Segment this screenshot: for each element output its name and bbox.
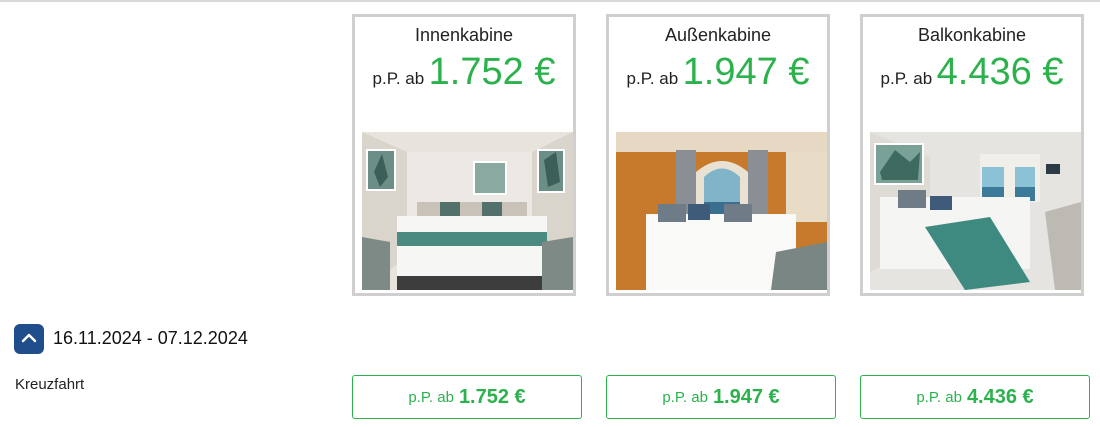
book-balkonkabine-button[interactable]: p.P. ab 4.436 €: [860, 375, 1090, 419]
button-price-prefix: p.P. ab: [916, 388, 962, 406]
balcony-cabin-photo[interactable]: [870, 132, 1081, 290]
book-innenkabine-button[interactable]: p.P. ab 1.752 €: [352, 375, 582, 419]
cabin-card-innenkabine[interactable]: Innenkabine p.P. ab 1.752 €: [352, 14, 576, 296]
collapse-toggle-button[interactable]: [14, 324, 44, 354]
cabin-price: p.P. ab 1.947 €: [609, 51, 827, 94]
offer-row-label: Kreuzfahrt: [15, 376, 85, 393]
price-value: 1.947 €: [682, 51, 810, 93]
cabin-card-balkonkabine[interactable]: Balkonkabine p.P. ab 4.436 €: [860, 14, 1084, 296]
book-aussenkabine-button[interactable]: p.P. ab 1.947 €: [606, 375, 836, 419]
cabin-price: p.P. ab 1.752 €: [355, 51, 573, 94]
cabin-name: Innenkabine: [414, 25, 514, 45]
chevron-up-icon: [21, 330, 37, 348]
cabin-name: Außenkabine: [664, 25, 772, 45]
interior-cabin-photo[interactable]: [362, 132, 573, 290]
date-range: 16.11.2024 - 07.12.2024: [53, 328, 248, 348]
top-divider: [0, 0, 1100, 2]
button-price-value: 1.752 €: [458, 385, 526, 408]
button-price-prefix: p.P. ab: [662, 388, 708, 406]
price-prefix: p.P. ab: [372, 69, 425, 88]
price-prefix: p.P. ab: [626, 69, 679, 88]
cabin-price: p.P. ab 4.436 €: [863, 51, 1081, 94]
button-price-prefix: p.P. ab: [408, 388, 454, 406]
price-value: 1.752 €: [428, 51, 556, 93]
price-value: 4.436 €: [936, 51, 1064, 93]
price-prefix: p.P. ab: [880, 69, 933, 88]
cabin-name: Balkonkabine: [917, 25, 1027, 45]
button-price-value: 4.436 €: [966, 385, 1034, 408]
oceanview-cabin-photo[interactable]: [616, 132, 827, 290]
button-price-value: 1.947 €: [712, 385, 780, 408]
cabin-card-aussenkabine[interactable]: Außenkabine p.P. ab 1.947 €: [606, 14, 830, 296]
